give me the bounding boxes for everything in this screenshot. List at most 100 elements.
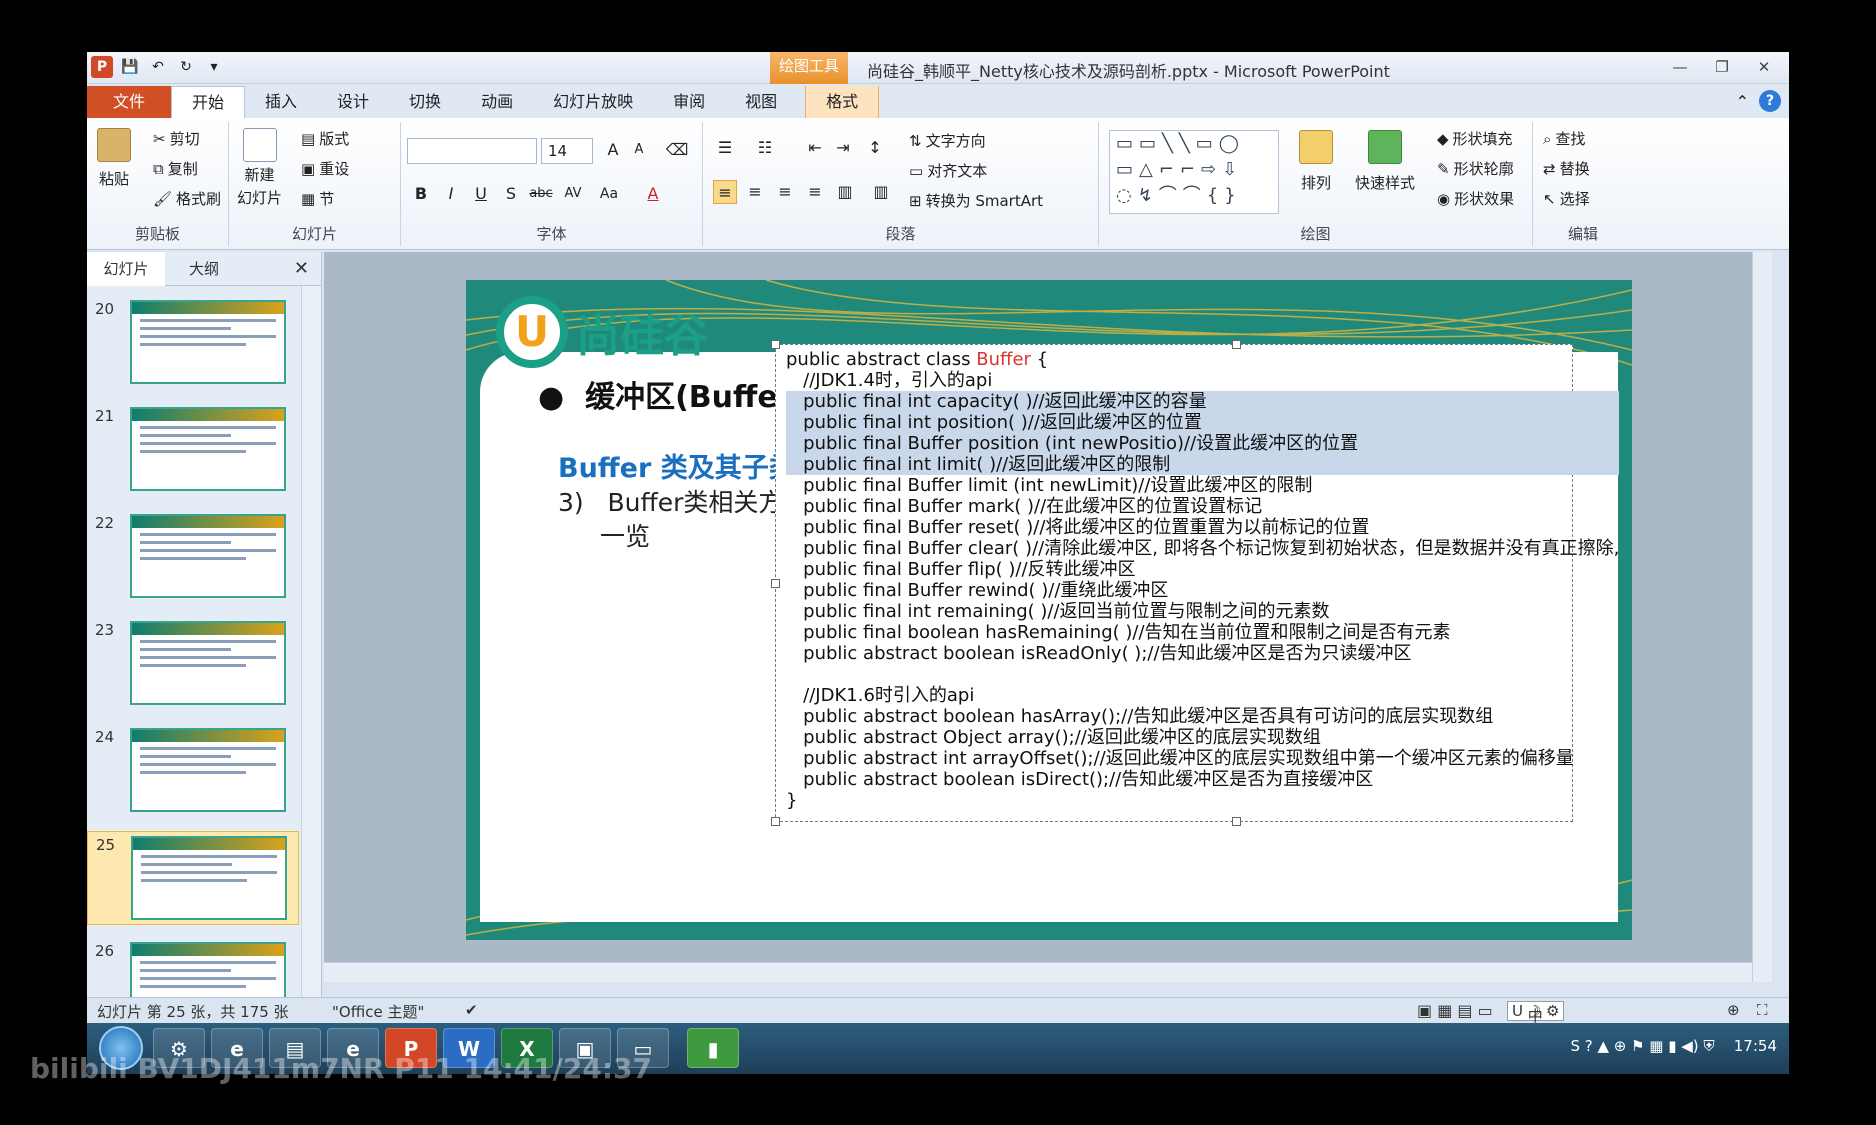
tray-icons[interactable]: S ? ▲ ⊕ ⚑ ▦ ▮ ◀) ⛨ xyxy=(1570,1037,1719,1055)
convert-smartart-button[interactable]: ⊞ 转换为 SmartArt xyxy=(909,190,1043,211)
logo-u-icon: U xyxy=(496,296,568,368)
copy-button[interactable]: ⧉ 复制 xyxy=(153,158,198,179)
undo-icon[interactable]: ↶ xyxy=(147,56,169,78)
new-slide-button[interactable]: 新建 幻灯片 xyxy=(237,128,282,208)
tab-view[interactable]: 视图 xyxy=(725,86,797,118)
quick-styles-button[interactable]: 快速样式 xyxy=(1355,130,1415,193)
slide-thumbnail-20[interactable]: 20 xyxy=(87,296,299,390)
zoom-in-icon[interactable]: ⊕ xyxy=(1727,1001,1740,1019)
underline-icon[interactable]: U xyxy=(469,182,493,206)
tab-insert[interactable]: 插入 xyxy=(245,86,317,118)
spellcheck-icon[interactable]: ✔ xyxy=(465,1001,478,1019)
font-color-icon[interactable]: A xyxy=(641,182,665,206)
arrange-button[interactable]: 排列 xyxy=(1299,130,1333,193)
resize-handle[interactable] xyxy=(771,817,780,826)
tab-transitions[interactable]: 切换 xyxy=(389,86,461,118)
save-icon[interactable]: 💾 xyxy=(119,56,141,78)
app-taskbar-icon[interactable]: ▮ xyxy=(687,1028,739,1068)
columns-icon[interactable]: ▥ xyxy=(869,180,893,204)
bold-icon[interactable]: B xyxy=(409,182,433,206)
line-spacing-icon[interactable]: ↕ xyxy=(863,136,887,160)
decrease-indent-icon[interactable]: ⇤ xyxy=(803,136,827,160)
shadow-icon[interactable]: S xyxy=(499,182,523,206)
tab-design[interactable]: 设计 xyxy=(317,86,389,118)
view-normal-icon[interactable]: ▣ ▦ ▤ ▭ xyxy=(1417,1001,1493,1020)
tab-format[interactable]: 格式 xyxy=(805,86,880,118)
font-name-combo[interactable] xyxy=(407,138,537,164)
code-text-box[interactable]: public abstract class Buffer { //JDK1.4时… xyxy=(771,340,1620,826)
close-pane-icon[interactable]: ✕ xyxy=(294,258,309,279)
slide-thumbnail-21[interactable]: 21 xyxy=(87,403,299,497)
collapse-ribbon-icon[interactable]: ⌃ xyxy=(1736,92,1749,111)
slide-thumbnail-23[interactable]: 23 xyxy=(87,617,299,711)
horizontal-scrollbar[interactable] xyxy=(324,962,1752,982)
slide-thumbnail-24[interactable]: 24 xyxy=(87,724,299,818)
resize-handle[interactable] xyxy=(1232,817,1241,826)
customize-qat-icon[interactable]: ▾ xyxy=(203,56,225,78)
align-right-icon[interactable]: ≡ xyxy=(773,180,797,204)
layout-button[interactable]: ▤ 版式 xyxy=(301,128,349,149)
fit-window-icon[interactable]: ⛶ xyxy=(1757,1001,1768,1019)
thumbnail-preview xyxy=(130,300,286,384)
strikethrough-icon[interactable]: abc xyxy=(529,182,553,206)
resize-handle[interactable] xyxy=(771,579,780,588)
ime-toolbar[interactable]: U 中 ☽ ⚙ xyxy=(1507,1001,1565,1025)
align-text-button[interactable]: ▭ 对齐文本 xyxy=(909,160,987,181)
shapes-gallery[interactable]: ▭▭╲╲▭◯ ▭△⌐⌐⇨⇩ ◌↯⌒⌒{} xyxy=(1109,130,1279,214)
bullets-icon[interactable]: ☰ xyxy=(713,136,737,160)
vertical-scrollbar[interactable] xyxy=(1752,252,1772,982)
find-label: 查找 xyxy=(1555,130,1586,148)
align-center-icon[interactable]: ≡ xyxy=(743,180,767,204)
powerpoint-logo-icon[interactable]: P xyxy=(91,56,113,78)
format-painter-button[interactable]: 🖌 格式刷 xyxy=(153,188,221,209)
slide-subtitle[interactable]: Buffer 类及其子类 xyxy=(558,446,796,485)
tab-animations[interactable]: 动画 xyxy=(461,86,533,118)
increase-indent-icon[interactable]: ⇥ xyxy=(831,136,855,160)
tab-slideshow[interactable]: 幻灯片放映 xyxy=(533,86,653,118)
paste-button[interactable]: 粘贴 xyxy=(97,128,131,189)
shrink-font-icon[interactable]: A xyxy=(627,138,651,162)
replace-button[interactable]: ⇄ 替换 xyxy=(1543,158,1590,179)
justify-icon[interactable]: ≡ xyxy=(803,180,827,204)
cut-button[interactable]: ✂ 剪切 xyxy=(153,128,200,149)
reset-button[interactable]: ▣ 重设 xyxy=(301,158,349,179)
theme-name: "Office 主题" xyxy=(332,1003,425,1021)
select-button[interactable]: ↖ 选择 xyxy=(1543,188,1590,209)
change-case-icon[interactable]: Aa xyxy=(597,182,621,206)
text-direction-button[interactable]: ⇅ 文字方向 xyxy=(909,130,986,151)
resize-handle[interactable] xyxy=(771,340,780,349)
shape-outline-button[interactable]: ✎ 形状轮廓 xyxy=(1437,158,1514,179)
slide-item[interactable]: 3) Buffer类相关方法 一览 xyxy=(558,486,808,554)
help-icon[interactable]: ? xyxy=(1759,90,1781,112)
resize-handle[interactable] xyxy=(1232,340,1241,349)
minimize-button[interactable]: — xyxy=(1661,55,1699,79)
slide-thumbnail-25[interactable]: 25 xyxy=(87,831,299,925)
grow-font-icon[interactable]: A xyxy=(601,138,625,162)
tab-slides[interactable]: 幻灯片 xyxy=(87,251,165,286)
shape-fill-button[interactable]: ◆ 形状填充 xyxy=(1437,128,1513,149)
align-left-icon[interactable]: ≡ xyxy=(713,180,737,204)
section-button[interactable]: ▦ 节 xyxy=(301,188,334,209)
slide-thumbnail-22[interactable]: 22 xyxy=(87,510,299,604)
tab-outline[interactable]: 大纲 xyxy=(165,252,243,286)
char-spacing-icon[interactable]: AV xyxy=(561,182,585,206)
clear-format-icon[interactable]: ⌫ xyxy=(665,138,689,162)
tab-home[interactable]: 开始 xyxy=(171,86,246,118)
text-direction-icon: ⇅ xyxy=(909,131,922,150)
redo-icon[interactable]: ↻ xyxy=(175,56,197,78)
find-button[interactable]: ⌕ 查找 xyxy=(1543,128,1585,149)
close-button[interactable]: ✕ xyxy=(1745,55,1783,79)
italic-icon[interactable]: I xyxy=(439,182,463,206)
shape-effects-label: 形状效果 xyxy=(1454,190,1515,208)
font-size-combo[interactable]: 14 xyxy=(541,138,593,164)
slide-bullet-heading[interactable]: ● 缓冲区(Buffer) xyxy=(538,372,806,416)
numbering-icon[interactable]: ☷ xyxy=(753,136,777,160)
pane-scrollbar[interactable] xyxy=(301,286,321,997)
restore-button[interactable]: ❐ xyxy=(1703,55,1741,79)
align-text-label: 对齐文本 xyxy=(927,162,988,180)
tab-review[interactable]: 审阅 xyxy=(653,86,725,118)
shape-effects-button[interactable]: ◉ 形状效果 xyxy=(1437,188,1514,209)
distributed-icon[interactable]: ▥ xyxy=(833,180,857,204)
tab-file[interactable]: 文件 xyxy=(87,86,171,118)
code-listing[interactable]: public abstract class Buffer { //JDK1.4时… xyxy=(786,349,1620,811)
